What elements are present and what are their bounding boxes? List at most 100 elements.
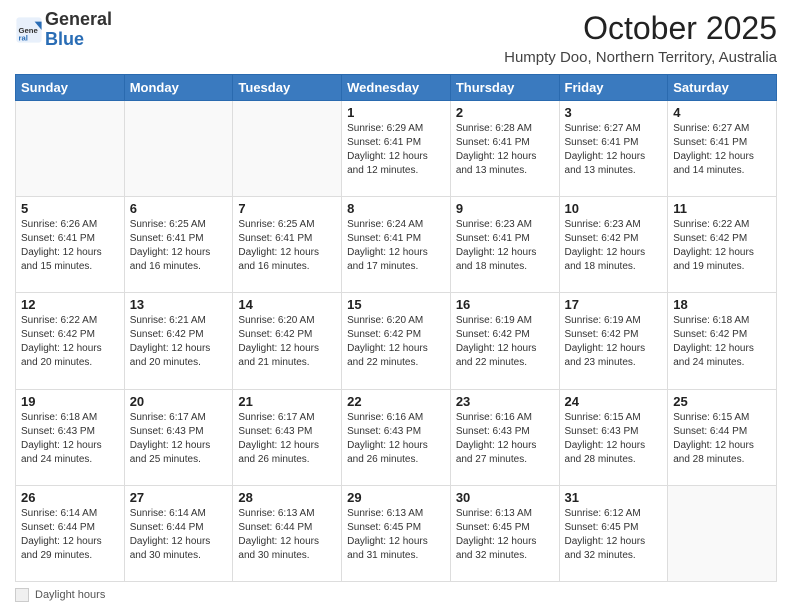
day-info: Sunrise: 6:24 AM Sunset: 6:41 PM Dayligh… (347, 218, 445, 274)
day-info: Sunrise: 6:18 AM Sunset: 6:43 PM Dayligh… (21, 411, 119, 467)
calendar-table: SundayMondayTuesdayWednesdayThursdayFrid… (15, 74, 777, 582)
day-info: Sunrise: 6:25 AM Sunset: 6:41 PM Dayligh… (130, 218, 228, 274)
calendar-cell: 26 Sunrise: 6:14 AM Sunset: 6:44 PM Dayli… (16, 485, 125, 581)
logo: Gene ral General Blue (15, 10, 112, 50)
day-number: 5 (21, 201, 119, 216)
day-info: Sunrise: 6:13 AM Sunset: 6:44 PM Dayligh… (238, 507, 336, 563)
calendar-cell: 21Sunrise: 6:17 AM Sunset: 6:43 PM Dayli… (233, 389, 342, 485)
day-info: Sunrise: 6:17 AM Sunset: 6:43 PM Dayligh… (238, 411, 336, 467)
day-number: 22 (347, 394, 445, 409)
calendar-cell (16, 101, 125, 197)
svg-text:ral: ral (19, 33, 28, 42)
day-info: Sunrise: 6:12 AM Sunset: 6:45 PM Dayligh… (565, 507, 663, 563)
day-number: 16 (456, 297, 554, 312)
calendar-cell: 8 Sunrise: 6:24 AM Sunset: 6:41 PM Daylig… (342, 197, 451, 293)
calendar-cell: 17 Sunrise: 6:19 AM Sunset: 6:42 PM Dayli… (559, 293, 668, 389)
calendar-cell (124, 101, 233, 197)
day-number: 17 (565, 297, 663, 312)
day-number: 31 (565, 490, 663, 505)
day-number: 23 (456, 394, 554, 409)
day-number: 6 (130, 201, 228, 216)
calendar-cell: 23 Sunrise: 6:16 AM Sunset: 6:43 PM Dayli… (450, 389, 559, 485)
calendar-header-tuesday: Tuesday (233, 75, 342, 101)
calendar-cell: 13 Sunrise: 6:21 AM Sunset: 6:42 PM Dayli… (124, 293, 233, 389)
day-number: 10 (565, 201, 663, 216)
calendar-week-1: 1Sunrise: 6:29 AM Sunset: 6:41 PM Daylig… (16, 101, 777, 197)
day-info: Sunrise: 6:13 AM Sunset: 6:45 PM Dayligh… (347, 507, 445, 563)
day-number: 4 (673, 105, 771, 120)
day-info: Sunrise: 6:21 AM Sunset: 6:42 PM Dayligh… (130, 314, 228, 370)
daylight-box (15, 588, 29, 602)
footer: Daylight hours (15, 588, 777, 602)
calendar-cell: 6 Sunrise: 6:25 AM Sunset: 6:41 PM Daylig… (124, 197, 233, 293)
calendar-cell: 18Sunrise: 6:18 AM Sunset: 6:42 PM Dayli… (668, 293, 777, 389)
day-number: 30 (456, 490, 554, 505)
calendar-cell: 19Sunrise: 6:18 AM Sunset: 6:43 PM Dayli… (16, 389, 125, 485)
calendar-header-wednesday: Wednesday (342, 75, 451, 101)
day-number: 15 (347, 297, 445, 312)
calendar-cell: 22Sunrise: 6:16 AM Sunset: 6:43 PM Dayli… (342, 389, 451, 485)
day-number: 14 (238, 297, 336, 312)
day-number: 28 (238, 490, 336, 505)
day-number: 2 (456, 105, 554, 120)
calendar-cell: 29Sunrise: 6:13 AM Sunset: 6:45 PM Dayli… (342, 485, 451, 581)
title-block: October 2025 Humpty Doo, Northern Territ… (504, 10, 777, 66)
day-info: Sunrise: 6:27 AM Sunset: 6:41 PM Dayligh… (565, 122, 663, 178)
day-number: 3 (565, 105, 663, 120)
calendar-cell: 15Sunrise: 6:20 AM Sunset: 6:42 PM Dayli… (342, 293, 451, 389)
calendar-cell: 30 Sunrise: 6:13 AM Sunset: 6:45 PM Dayli… (450, 485, 559, 581)
calendar-week-5: 26 Sunrise: 6:14 AM Sunset: 6:44 PM Dayli… (16, 485, 777, 581)
calendar-cell (233, 101, 342, 197)
header: Gene ral General Blue October 2025 Humpt… (15, 10, 777, 66)
day-info: Sunrise: 6:28 AM Sunset: 6:41 PM Dayligh… (456, 122, 554, 178)
calendar-cell: 3 Sunrise: 6:27 AM Sunset: 6:41 PM Daylig… (559, 101, 668, 197)
day-number: 11 (673, 201, 771, 216)
day-number: 26 (21, 490, 119, 505)
day-number: 8 (347, 201, 445, 216)
day-info: Sunrise: 6:14 AM Sunset: 6:44 PM Dayligh… (130, 507, 228, 563)
calendar-cell: 9Sunrise: 6:23 AM Sunset: 6:41 PM Daylig… (450, 197, 559, 293)
day-info: Sunrise: 6:19 AM Sunset: 6:42 PM Dayligh… (456, 314, 554, 370)
day-info: Sunrise: 6:25 AM Sunset: 6:41 PM Dayligh… (238, 218, 336, 274)
day-info: Sunrise: 6:17 AM Sunset: 6:43 PM Dayligh… (130, 411, 228, 467)
logo-blue: Blue (45, 29, 84, 49)
day-info: Sunrise: 6:23 AM Sunset: 6:42 PM Dayligh… (565, 218, 663, 274)
day-number: 7 (238, 201, 336, 216)
calendar-header-sunday: Sunday (16, 75, 125, 101)
calendar-header-thursday: Thursday (450, 75, 559, 101)
calendar-header-saturday: Saturday (668, 75, 777, 101)
day-info: Sunrise: 6:15 AM Sunset: 6:43 PM Dayligh… (565, 411, 663, 467)
logo-icon: Gene ral (15, 16, 43, 44)
calendar-cell: 10 Sunrise: 6:23 AM Sunset: 6:42 PM Dayli… (559, 197, 668, 293)
calendar-cell: 27Sunrise: 6:14 AM Sunset: 6:44 PM Dayli… (124, 485, 233, 581)
day-number: 20 (130, 394, 228, 409)
calendar-cell: 16 Sunrise: 6:19 AM Sunset: 6:42 PM Dayli… (450, 293, 559, 389)
day-info: Sunrise: 6:14 AM Sunset: 6:44 PM Dayligh… (21, 507, 119, 563)
calendar-cell: 20 Sunrise: 6:17 AM Sunset: 6:43 PM Dayli… (124, 389, 233, 485)
day-info: Sunrise: 6:23 AM Sunset: 6:41 PM Dayligh… (456, 218, 554, 274)
calendar-header-monday: Monday (124, 75, 233, 101)
calendar-header-row: SundayMondayTuesdayWednesdayThursdayFrid… (16, 75, 777, 101)
calendar-week-2: 5Sunrise: 6:26 AM Sunset: 6:41 PM Daylig… (16, 197, 777, 293)
day-number: 1 (347, 105, 445, 120)
calendar-header-friday: Friday (559, 75, 668, 101)
day-info: Sunrise: 6:27 AM Sunset: 6:41 PM Dayligh… (673, 122, 771, 178)
location-subtitle: Humpty Doo, Northern Territory, Australi… (504, 49, 777, 66)
calendar-cell (668, 485, 777, 581)
calendar-cell: 12 Sunrise: 6:22 AM Sunset: 6:42 PM Dayli… (16, 293, 125, 389)
day-info: Sunrise: 6:22 AM Sunset: 6:42 PM Dayligh… (673, 218, 771, 274)
day-info: Sunrise: 6:15 AM Sunset: 6:44 PM Dayligh… (673, 411, 771, 467)
page: Gene ral General Blue October 2025 Humpt… (0, 0, 792, 612)
calendar-cell: 7 Sunrise: 6:25 AM Sunset: 6:41 PM Daylig… (233, 197, 342, 293)
day-info: Sunrise: 6:16 AM Sunset: 6:43 PM Dayligh… (456, 411, 554, 467)
day-info: Sunrise: 6:20 AM Sunset: 6:42 PM Dayligh… (238, 314, 336, 370)
day-info: Sunrise: 6:22 AM Sunset: 6:42 PM Dayligh… (21, 314, 119, 370)
day-number: 12 (21, 297, 119, 312)
day-number: 13 (130, 297, 228, 312)
day-info: Sunrise: 6:19 AM Sunset: 6:42 PM Dayligh… (565, 314, 663, 370)
day-info: Sunrise: 6:13 AM Sunset: 6:45 PM Dayligh… (456, 507, 554, 563)
day-number: 24 (565, 394, 663, 409)
calendar-week-4: 19Sunrise: 6:18 AM Sunset: 6:43 PM Dayli… (16, 389, 777, 485)
calendar-cell: 25Sunrise: 6:15 AM Sunset: 6:44 PM Dayli… (668, 389, 777, 485)
logo-general: General (45, 9, 112, 29)
